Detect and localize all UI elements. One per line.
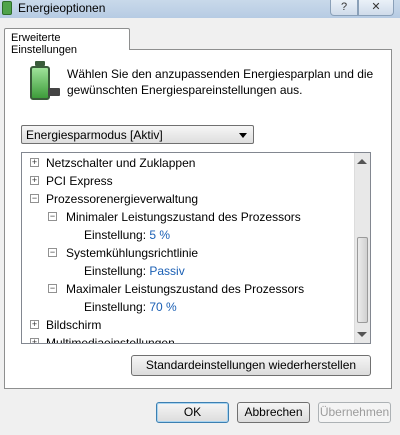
setting-row[interactable]: Einstellung: 5 % [22,226,352,244]
setting-label: Einstellung: [84,300,150,314]
tree-node-label: PCI Express [46,174,113,188]
restore-defaults-button[interactable]: Standardeinstellungen wiederherstellen [131,355,371,376]
tree-node[interactable]: + Multimediaeinstellungen [22,334,352,344]
setting-label: Einstellung: [84,264,150,278]
collapse-icon[interactable]: − [30,194,39,203]
tab-advanced-settings[interactable]: Erweiterte Einstellungen [4,28,130,56]
window-title: Energieoptionen [18,1,106,15]
power-plan-select[interactable]: Energiesparmodus [Aktiv] [21,125,254,144]
setting-label: Einstellung: [84,228,150,242]
settings-tree[interactable]: + Netzschalter und Zuklappen + PCI Express −… [21,152,371,344]
tree-node-label: Netzschalter und Zuklappen [46,156,196,170]
scroll-thumb[interactable] [357,237,368,323]
ok-button[interactable]: OK [156,402,229,423]
tree-node[interactable]: + Bildschirm [22,316,352,334]
setting-value[interactable]: 70 % [149,300,176,314]
setting-row[interactable]: Einstellung: 70 % [22,298,352,316]
expand-icon[interactable]: + [30,320,39,329]
apply-button: Übernehmen [318,402,391,423]
tree-node-label: Maximaler Leistungszustand des Prozessor… [66,282,305,296]
caption-buttons: ? ✕ [330,0,394,16]
setting-row[interactable]: Einstellung: Passiv [22,262,352,280]
tree-scrollbar[interactable] [354,153,370,343]
power-plan-selected: Energiesparmodus [Aktiv] [26,128,163,142]
tree-node-label: Bildschirm [46,318,102,332]
chevron-down-icon [239,133,247,138]
tree-node-label: Minimaler Leistungszustand des Prozessor… [66,210,301,224]
tree-node-label: Multimediaeinstellungen [46,336,175,344]
collapse-icon[interactable]: − [48,284,57,293]
cancel-button[interactable]: Abbrechen [237,402,310,423]
expand-icon[interactable]: + [30,158,39,167]
tree-node-label: Systemkühlungsrichtlinie [66,246,199,260]
expand-icon[interactable]: + [30,338,39,343]
close-button[interactable]: ✕ [358,0,394,16]
setting-value[interactable]: Passiv [149,264,184,278]
collapse-icon[interactable]: − [48,212,57,221]
scroll-up-icon[interactable] [357,159,367,164]
expand-icon[interactable]: + [30,176,39,185]
tree-node-label: Prozessorenergieverwaltung [46,192,199,206]
tree-node[interactable]: − Maximaler Leistungszustand des Prozesso… [22,280,352,298]
collapse-icon[interactable]: − [48,248,57,257]
intro-text: Wählen Sie den anzupassenden Energiespar… [67,67,374,97]
scroll-down-icon[interactable] [357,332,367,337]
tree-node[interactable]: − Prozessorenergieverwaltung [22,190,352,208]
plug-icon [48,88,60,96]
power-plan-icon [30,66,50,100]
tree-node[interactable]: − Minimaler Leistungszustand des Prozesso… [22,208,352,226]
tree-node[interactable]: + Netzschalter und Zuklappen [22,154,352,172]
help-button[interactable]: ? [330,0,358,16]
setting-value[interactable]: 5 % [149,228,170,242]
tree-node[interactable]: − Systemkühlungsrichtlinie [22,244,352,262]
battery-icon [2,1,12,15]
tree-node[interactable]: + PCI Express [22,172,352,190]
title-bar: Energieoptionen ? ✕ [0,0,400,18]
